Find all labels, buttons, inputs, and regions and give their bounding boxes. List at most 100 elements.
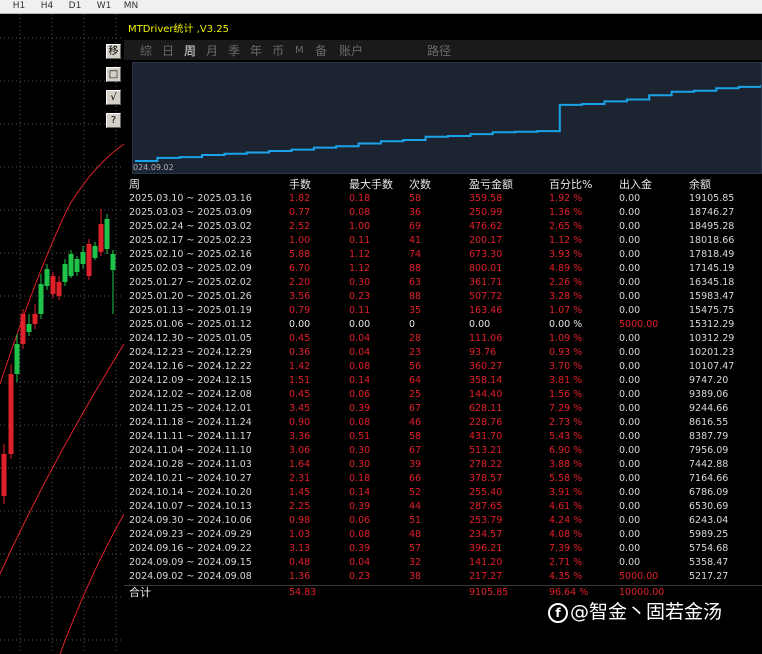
row-count: 23 (409, 347, 422, 358)
middle-band (0, 343, 124, 575)
row-pnl: 234.57 (469, 529, 503, 540)
row-percent: 3.88 % (549, 459, 583, 470)
tab-backup[interactable]: 备 (315, 40, 327, 60)
row-lots: 3.06 (289, 445, 311, 456)
timeframe-w1[interactable]: W1 (91, 0, 117, 13)
row-balance: 7442.88 (689, 459, 729, 470)
tab-m[interactable]: M (295, 40, 304, 60)
row-date: 2024.09.02 ~ 2024.09.08 (129, 571, 252, 582)
table-row: 2024.11.25 ~ 2024.12.01 3.45 0.39 67 628.11 7… (124, 402, 762, 416)
candle-body (20, 314, 26, 344)
row-max-lots: 0.04 (349, 557, 371, 568)
row-balance: 18495.28 (689, 221, 735, 232)
row-deposit: 0.00 (619, 417, 641, 428)
row-pnl: 250.99 (469, 207, 503, 218)
row-balance: 9244.66 (689, 403, 729, 414)
move-button[interactable]: 移 (106, 44, 121, 59)
tab-month[interactable]: 月 (206, 40, 218, 60)
row-balance: 9747.20 (689, 375, 729, 386)
row-percent: 3.93 % (549, 249, 583, 260)
row-pnl: 358.14 (469, 375, 503, 386)
row-max-lots: 0.06 (349, 515, 371, 526)
price-chart[interactable] (0, 14, 124, 654)
total-pnl: 9105.85 (469, 587, 509, 598)
tab-year[interactable]: 年 (250, 40, 262, 60)
col-max-lots: 最大手数 (349, 178, 393, 191)
tab-currency[interactable]: 币 (272, 40, 284, 60)
row-max-lots: 0.14 (349, 487, 371, 498)
candle-body (38, 284, 44, 314)
table-row: 2024.10.21 ~ 2024.10.27 2.31 0.18 66 378.57 5… (124, 472, 762, 486)
row-lots: 0.45 (289, 333, 311, 344)
equity-curve: 024.09.02 (132, 62, 762, 174)
row-lots: 0.48 (289, 557, 311, 568)
row-max-lots: 0.30 (349, 277, 371, 288)
row-lots: 1.64 (289, 459, 311, 470)
row-deposit: 0.00 (619, 459, 641, 470)
timeframe-d1[interactable]: D1 (62, 0, 88, 13)
candlestick-chart (0, 14, 124, 654)
row-balance: 6243.04 (689, 515, 729, 526)
row-date: 2024.10.14 ~ 2024.10.20 (129, 487, 252, 498)
row-balance: 7164.66 (689, 473, 729, 484)
row-max-lots: 0.08 (349, 361, 371, 372)
table-row: 2024.12.23 ~ 2024.12.29 0.36 0.04 23 93.76 0.… (124, 346, 762, 360)
row-max-lots: 0.14 (349, 375, 371, 386)
row-date: 2025.01.13 ~ 2025.01.19 (129, 305, 252, 316)
total-lots: 54.83 (289, 587, 317, 598)
tab-quarter[interactable]: 季 (228, 40, 240, 60)
row-lots: 0.45 (289, 389, 311, 400)
total-percent: 96.64 % (549, 587, 589, 598)
row-deposit: 0.00 (619, 235, 641, 246)
candle-body (74, 259, 80, 272)
timeframe-h1[interactable]: H1 (6, 0, 32, 13)
row-lots: 0.36 (289, 347, 311, 358)
total-row: 合计 54.83 9105.85 96.64 % 10000.00 (124, 585, 762, 599)
tab-account[interactable]: 账户 (339, 40, 363, 60)
timeframe-h4[interactable]: H4 (34, 0, 60, 13)
row-lots: 3.13 (289, 543, 311, 554)
row-lots: 5.88 (289, 249, 311, 260)
row-count: 66 (409, 473, 422, 484)
row-balance: 8616.55 (689, 417, 729, 428)
row-deposit: 0.00 (619, 473, 641, 484)
candle-body (62, 264, 68, 282)
table-row: 2025.02.17 ~ 2025.02.23 1.00 0.11 41 200.17 1… (124, 234, 762, 248)
row-pnl: 141.20 (469, 557, 503, 568)
row-count: 74 (409, 249, 422, 260)
row-lots: 1.00 (289, 235, 311, 246)
row-percent: 2.26 % (549, 277, 583, 288)
row-deposit: 0.00 (619, 543, 641, 554)
row-pnl: 361.71 (469, 277, 503, 288)
watermark-logo-icon: f (548, 602, 568, 623)
window-button[interactable]: □ (106, 67, 121, 82)
row-percent: 5.58 % (549, 473, 583, 484)
row-count: 25 (409, 389, 422, 400)
watermark: f @智金丶固若金汤 (548, 600, 722, 624)
row-pnl: 359.58 (469, 193, 503, 204)
tab-day[interactable]: 日 (162, 40, 174, 60)
row-date: 2024.12.30 ~ 2025.01.05 (129, 333, 252, 344)
row-percent: 1.36 % (549, 207, 583, 218)
row-max-lots: 0.23 (349, 291, 371, 302)
row-balance: 10312.29 (689, 333, 735, 344)
check-button[interactable]: √ (106, 90, 121, 105)
row-deposit: 0.00 (619, 221, 641, 232)
stats-panel: MTDriver统计 ,V3.25 综 日 周 月 季 年 币 M 备 账户 路… (124, 20, 762, 654)
table-row: 2024.09.16 ~ 2024.09.22 3.13 0.39 57 396.21 7… (124, 542, 762, 556)
row-count: 36 (409, 207, 422, 218)
tab-path[interactable]: 路径 (427, 40, 451, 60)
row-pnl: 200.17 (469, 235, 503, 246)
tab-summary[interactable]: 综 (140, 40, 152, 60)
row-pnl: 360.27 (469, 361, 503, 372)
candle-body (68, 254, 74, 276)
row-count: 38 (409, 571, 422, 582)
timeframe-mn[interactable]: MN (118, 0, 144, 13)
row-deposit: 0.00 (619, 263, 641, 274)
tab-week[interactable]: 周 (184, 40, 196, 60)
help-button[interactable]: ? (106, 113, 121, 128)
row-balance: 5989.25 (689, 529, 729, 540)
candle-body (44, 269, 50, 286)
row-date: 2024.09.30 ~ 2024.10.06 (129, 515, 252, 526)
row-pnl: 0.00 (469, 319, 491, 330)
